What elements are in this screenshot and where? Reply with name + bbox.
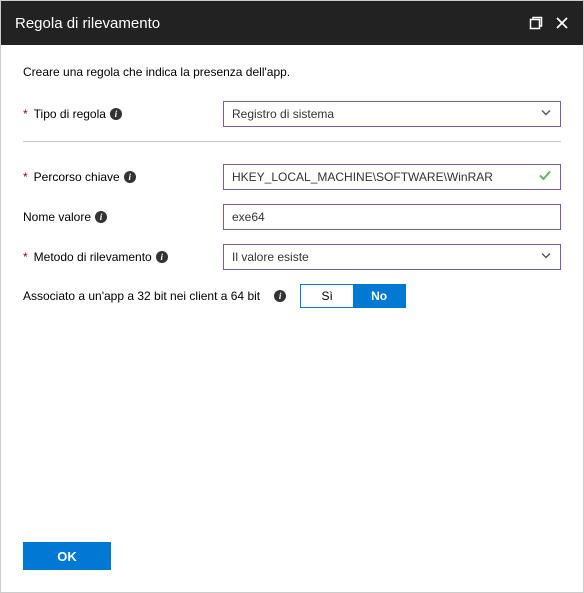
intro-text: Creare una regola che indica la presenza… [23,65,561,79]
row-32bit-toggle: Associato a un'app a 32 bit nei client a… [23,284,561,308]
row-detection-method: * Metodo di rilevamento i Il valore esis… [23,244,561,270]
required-marker: * [23,250,28,264]
key-path-label-text: Percorso chiave [34,170,120,184]
required-marker: * [23,170,28,184]
value-name-input[interactable]: exe64 [223,204,561,230]
check-icon [538,169,552,186]
value-name-label-text: Nome valore [23,210,91,224]
detection-method-label-text: Metodo di rilevamento [34,250,152,264]
label-value-name: Nome valore i [23,210,223,224]
toggle-label: Associato a un'app a 32 bit nei client a… [23,289,260,303]
chevron-down-icon [540,250,552,265]
rule-type-select[interactable]: Registro di sistema [223,101,561,127]
panel-footer: OK [1,528,583,592]
rule-type-label-text: Tipo di regola [34,107,106,121]
ok-button[interactable]: OK [23,542,111,570]
label-rule-type: * Tipo di regola i [23,107,223,121]
panel-title: Regola di rilevamento [15,15,160,32]
detection-method-control: Il valore esiste [223,244,561,270]
toggle-no[interactable]: No [353,285,405,307]
detection-method-value: Il valore esiste [232,250,309,264]
section-divider [23,141,561,142]
value-name-control: exe64 [223,204,561,230]
detection-method-select[interactable]: Il valore esiste [223,244,561,270]
yes-no-toggle: Sì No [300,284,406,308]
restore-icon[interactable] [529,16,543,30]
info-icon[interactable]: i [156,251,168,263]
toggle-yes[interactable]: Sì [301,285,353,307]
chevron-down-icon [540,107,552,122]
detection-rule-panel: Regola di rilevamento Creare una regola … [0,0,584,593]
key-path-value: HKEY_LOCAL_MACHINE\SOFTWARE\WinRAR [232,170,493,184]
label-key-path: * Percorso chiave i [23,170,223,184]
panel-body: Creare una regola che indica la presenza… [1,45,583,528]
row-value-name: Nome valore i exe64 [23,204,561,230]
info-icon[interactable]: i [124,171,136,183]
key-path-control: HKEY_LOCAL_MACHINE\SOFTWARE\WinRAR [223,164,561,190]
required-marker: * [23,107,28,121]
header-actions [529,16,569,30]
row-rule-type: * Tipo di regola i Registro di sistema [23,101,561,127]
label-detection-method: * Metodo di rilevamento i [23,250,223,264]
info-icon[interactable]: i [274,290,286,302]
panel-header: Regola di rilevamento [1,1,583,45]
row-key-path: * Percorso chiave i HKEY_LOCAL_MACHINE\S… [23,164,561,190]
info-icon[interactable]: i [95,211,107,223]
rule-type-control: Registro di sistema [223,101,561,127]
key-path-input[interactable]: HKEY_LOCAL_MACHINE\SOFTWARE\WinRAR [223,164,561,190]
info-icon[interactable]: i [110,108,122,120]
close-icon[interactable] [555,16,569,30]
rule-type-value: Registro di sistema [232,107,334,121]
value-name-value: exe64 [232,210,265,224]
